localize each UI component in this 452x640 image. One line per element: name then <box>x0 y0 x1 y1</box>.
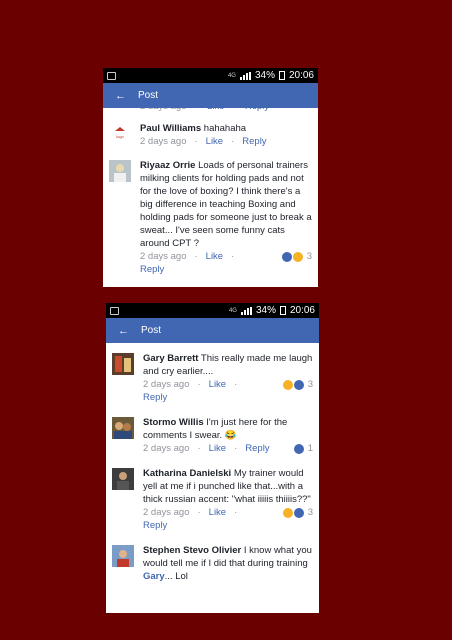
page-title: Post <box>138 90 159 101</box>
comment-meta: 2 days ago · Like · 3 <box>143 378 313 391</box>
avatar[interactable] <box>109 160 131 182</box>
battery-icon <box>278 71 285 80</box>
reaction-count: 3 <box>306 251 312 262</box>
like-link[interactable]: Like <box>206 250 223 263</box>
comment-meta: 2 days ago · Like · 3 <box>140 250 312 263</box>
battery-icon <box>279 306 286 315</box>
reactions[interactable]: 3 <box>282 506 313 519</box>
like-reaction-icon <box>293 379 304 390</box>
comment-meta: 2 days ago · Like · 3 <box>143 506 313 519</box>
screenshot-2: 4G 34% 20:06 ← Post Gary Barrett This re… <box>106 303 319 613</box>
reply-link[interactable]: Reply <box>140 263 312 276</box>
like-reaction-icon <box>293 443 304 454</box>
avatar[interactable] <box>112 545 134 567</box>
haha-reaction-icon <box>292 251 303 262</box>
reactions[interactable]: 3 <box>281 250 312 263</box>
comment: Riyaaz Orrie Loads of personal trainers … <box>103 159 318 276</box>
reactions[interactable]: 1 <box>293 442 313 455</box>
like-reaction-icon <box>281 251 292 262</box>
post-header: ← Post <box>103 83 318 108</box>
avatar[interactable] <box>112 468 134 490</box>
comment-time: 2 days ago <box>140 251 187 262</box>
avatar[interactable] <box>112 353 134 375</box>
clock: 20:06 <box>288 70 314 81</box>
comment-time: 2 days ago <box>143 379 190 390</box>
reaction-count: 1 <box>307 443 313 454</box>
tagged-user[interactable]: Gary <box>143 571 165 582</box>
gallery-icon <box>107 71 116 80</box>
comment-text-end: ... Lol <box>164 571 188 582</box>
commenter-name[interactable]: Stormo Willis <box>143 417 204 428</box>
reply-link[interactable]: Reply <box>242 135 266 148</box>
clock: 20:06 <box>289 305 315 316</box>
status-bar: 4G 34% 20:06 <box>103 68 318 83</box>
comment: Stormo Willis I'm just here for the comm… <box>106 416 319 455</box>
comment-time: 2 days ago <box>143 443 190 454</box>
comment-time: 2 days ago <box>140 136 187 147</box>
commenter-name[interactable]: Stephen Stevo Olivier <box>143 545 241 556</box>
signal-icon <box>240 306 252 315</box>
reply-link[interactable]: Reply <box>143 391 313 404</box>
reply-link[interactable]: Reply <box>143 519 313 532</box>
like-link[interactable]: Like <box>206 135 223 148</box>
comment-text: Loads of personal trainers milking clien… <box>140 160 312 249</box>
commenter-name[interactable]: Gary Barrett <box>143 353 198 364</box>
avatar[interactable] <box>112 417 134 439</box>
screenshot-1: 4G 34% 20:06 ← Post 2 days ago · Like · … <box>103 68 318 287</box>
network-type: 4G <box>227 72 236 79</box>
back-arrow-icon[interactable]: ← <box>115 90 126 102</box>
comment-time: 2 days ago <box>143 507 190 518</box>
network-type: 4G <box>228 307 237 314</box>
haha-reaction-icon <box>282 379 293 390</box>
comment-text: hahahaha <box>203 123 247 134</box>
comment: Katharina Danielski My trainer would yel… <box>106 467 319 532</box>
like-link[interactable]: Like <box>209 506 226 519</box>
signal-icon <box>239 71 251 80</box>
commenter-name[interactable]: Katharina Danielski <box>143 468 231 479</box>
commenter-name[interactable]: Paul Williams <box>140 123 201 134</box>
avatar[interactable]: logo <box>109 123 131 145</box>
svg-text:logo: logo <box>116 134 124 139</box>
page-title: Post <box>141 325 162 336</box>
comment: logo Paul Williams hahahaha 2 days ago · … <box>103 122 318 148</box>
reply-link[interactable]: Reply <box>245 442 269 455</box>
comment-meta: 2 days ago · Like · Reply <box>140 135 267 148</box>
comment: Gary Barrett This really made me laugh a… <box>106 352 319 404</box>
battery-percent: 34% <box>254 70 275 81</box>
comment: Stephen Stevo Olivier I know what you wo… <box>106 544 319 583</box>
like-link[interactable]: Like <box>209 378 226 391</box>
reaction-count: 3 <box>307 379 313 390</box>
haha-reaction-icon <box>282 507 293 518</box>
battery-percent: 34% <box>255 305 276 316</box>
like-link[interactable]: Like <box>209 442 226 455</box>
commenter-name[interactable]: Riyaaz Orrie <box>140 160 195 171</box>
gallery-icon <box>110 306 119 315</box>
comment-meta: 2 days ago · Like · Reply 1 <box>143 442 313 455</box>
like-reaction-icon <box>293 507 304 518</box>
post-header: ← Post <box>106 318 319 343</box>
reactions[interactable]: 3 <box>282 378 313 391</box>
back-arrow-icon[interactable]: ← <box>118 325 129 337</box>
status-bar: 4G 34% 20:06 <box>106 303 319 318</box>
reaction-count: 3 <box>307 507 313 518</box>
